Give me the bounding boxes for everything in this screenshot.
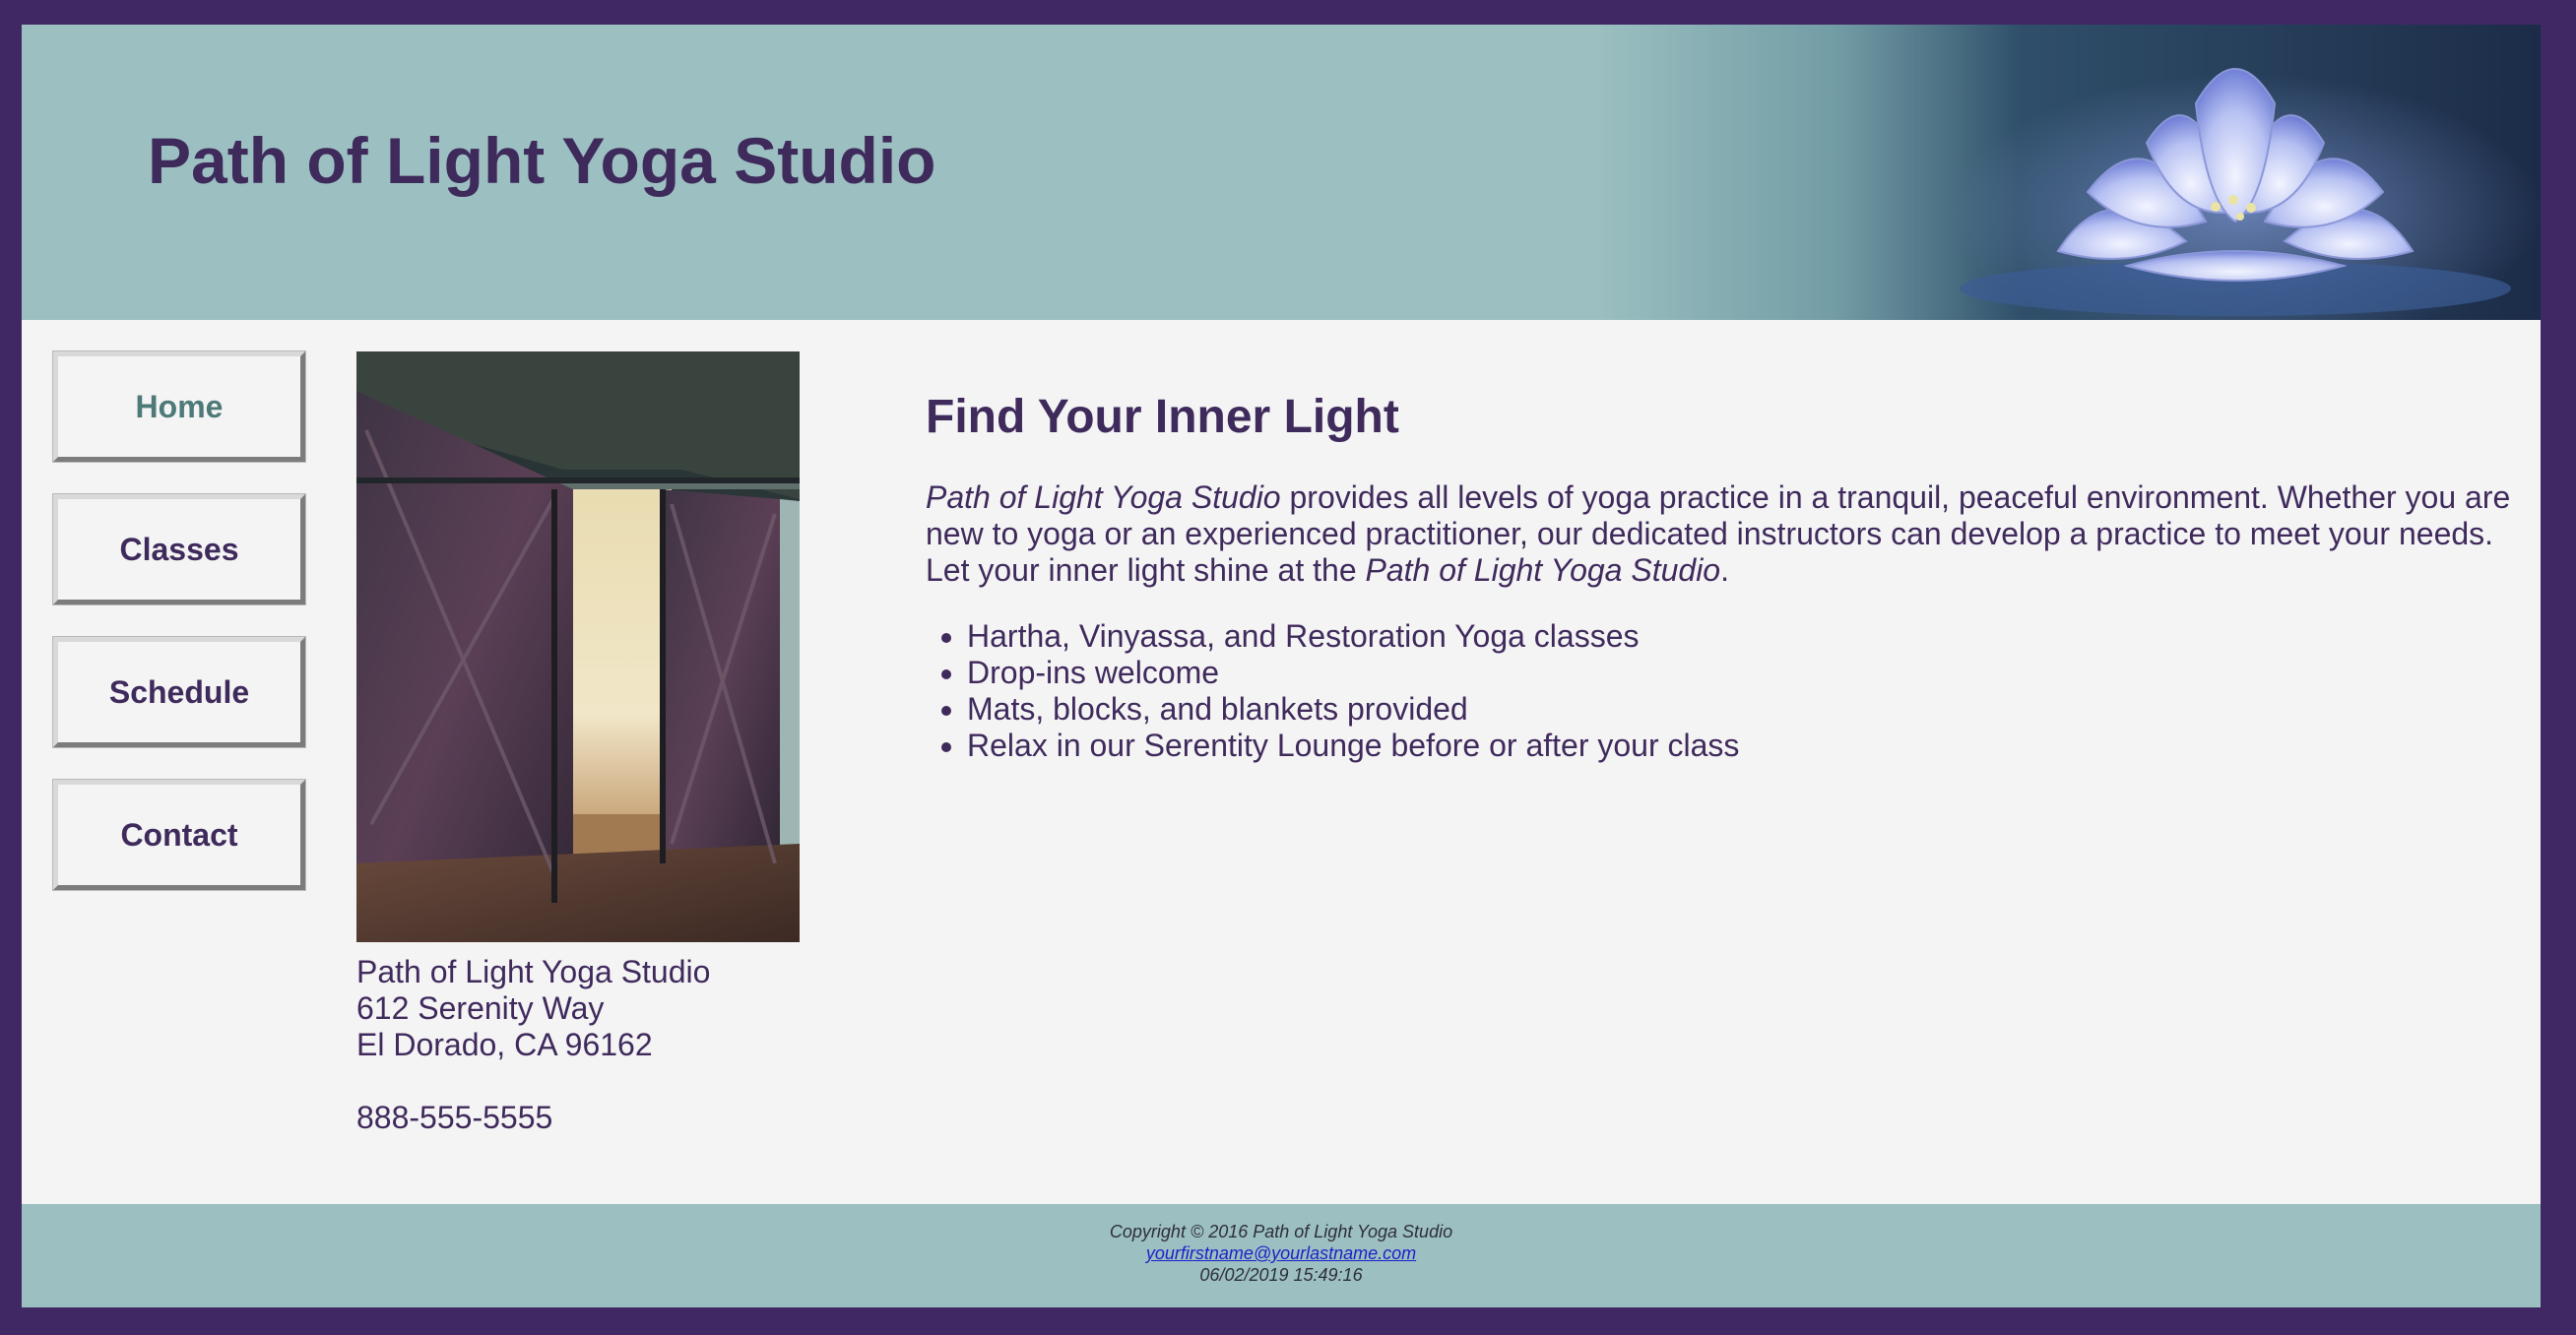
nav-contact-button[interactable]: Contact — [52, 779, 306, 891]
list-item: Hartha, Vinyassa, and Restoration Yoga c… — [967, 618, 2521, 655]
intro-studio-name-end: Path of Light Yoga Studio — [1365, 552, 1721, 588]
list-item: Mats, blocks, and blankets provided — [967, 691, 2521, 728]
main-content: Find Your Inner Light Path of Light Yoga… — [926, 389, 2521, 764]
nav-classes-button[interactable]: Classes — [52, 493, 306, 605]
main-heading: Find Your Inner Light — [926, 391, 1399, 443]
studio-city: El Dorado, CA 96162 — [356, 1027, 653, 1062]
site-footer: Copyright © 2016 Path of Light Yoga Stud… — [22, 1204, 2541, 1307]
email-link[interactable]: yourfirstname@yourlastname.com — [1146, 1243, 1416, 1263]
studio-barn-door-photo — [356, 351, 800, 942]
copyright-text: Copyright © 2016 Path of Light Yoga Stud… — [1109, 1222, 1453, 1241]
studio-phone: 888-555-5555 — [356, 1100, 553, 1135]
list-item: Relax in our Serentity Lounge before or … — [967, 728, 2521, 764]
nav-home-button[interactable]: Home — [52, 350, 306, 463]
site-title: Path of Light Yoga Studio — [148, 124, 936, 197]
intro-studio-name: Path of Light Yoga Studio — [926, 479, 1281, 515]
site-header: Path of Light Yoga Studio — [22, 25, 2541, 320]
list-item: Drop-ins welcome — [967, 655, 2521, 691]
footer-timestamp: 06/02/2019 15:49:16 — [1199, 1265, 1363, 1285]
lotus-header-image — [1595, 25, 2541, 320]
intro-paragraph: Path of Light Yoga Studio provides all l… — [926, 479, 2521, 589]
studio-contact-info: Path of Light Yoga Studio 612 Serenity W… — [356, 954, 710, 1136]
page-wrapper: Path of Light Yoga Studio Home Classes S… — [22, 25, 2541, 1307]
nav-schedule-button[interactable]: Schedule — [52, 636, 306, 748]
studio-name: Path of Light Yoga Studio — [356, 954, 711, 989]
studio-street: 612 Serenity Way — [356, 990, 605, 1026]
features-list: Hartha, Vinyassa, and Restoration Yoga c… — [926, 618, 2521, 764]
intro-end: . — [1720, 552, 1729, 588]
